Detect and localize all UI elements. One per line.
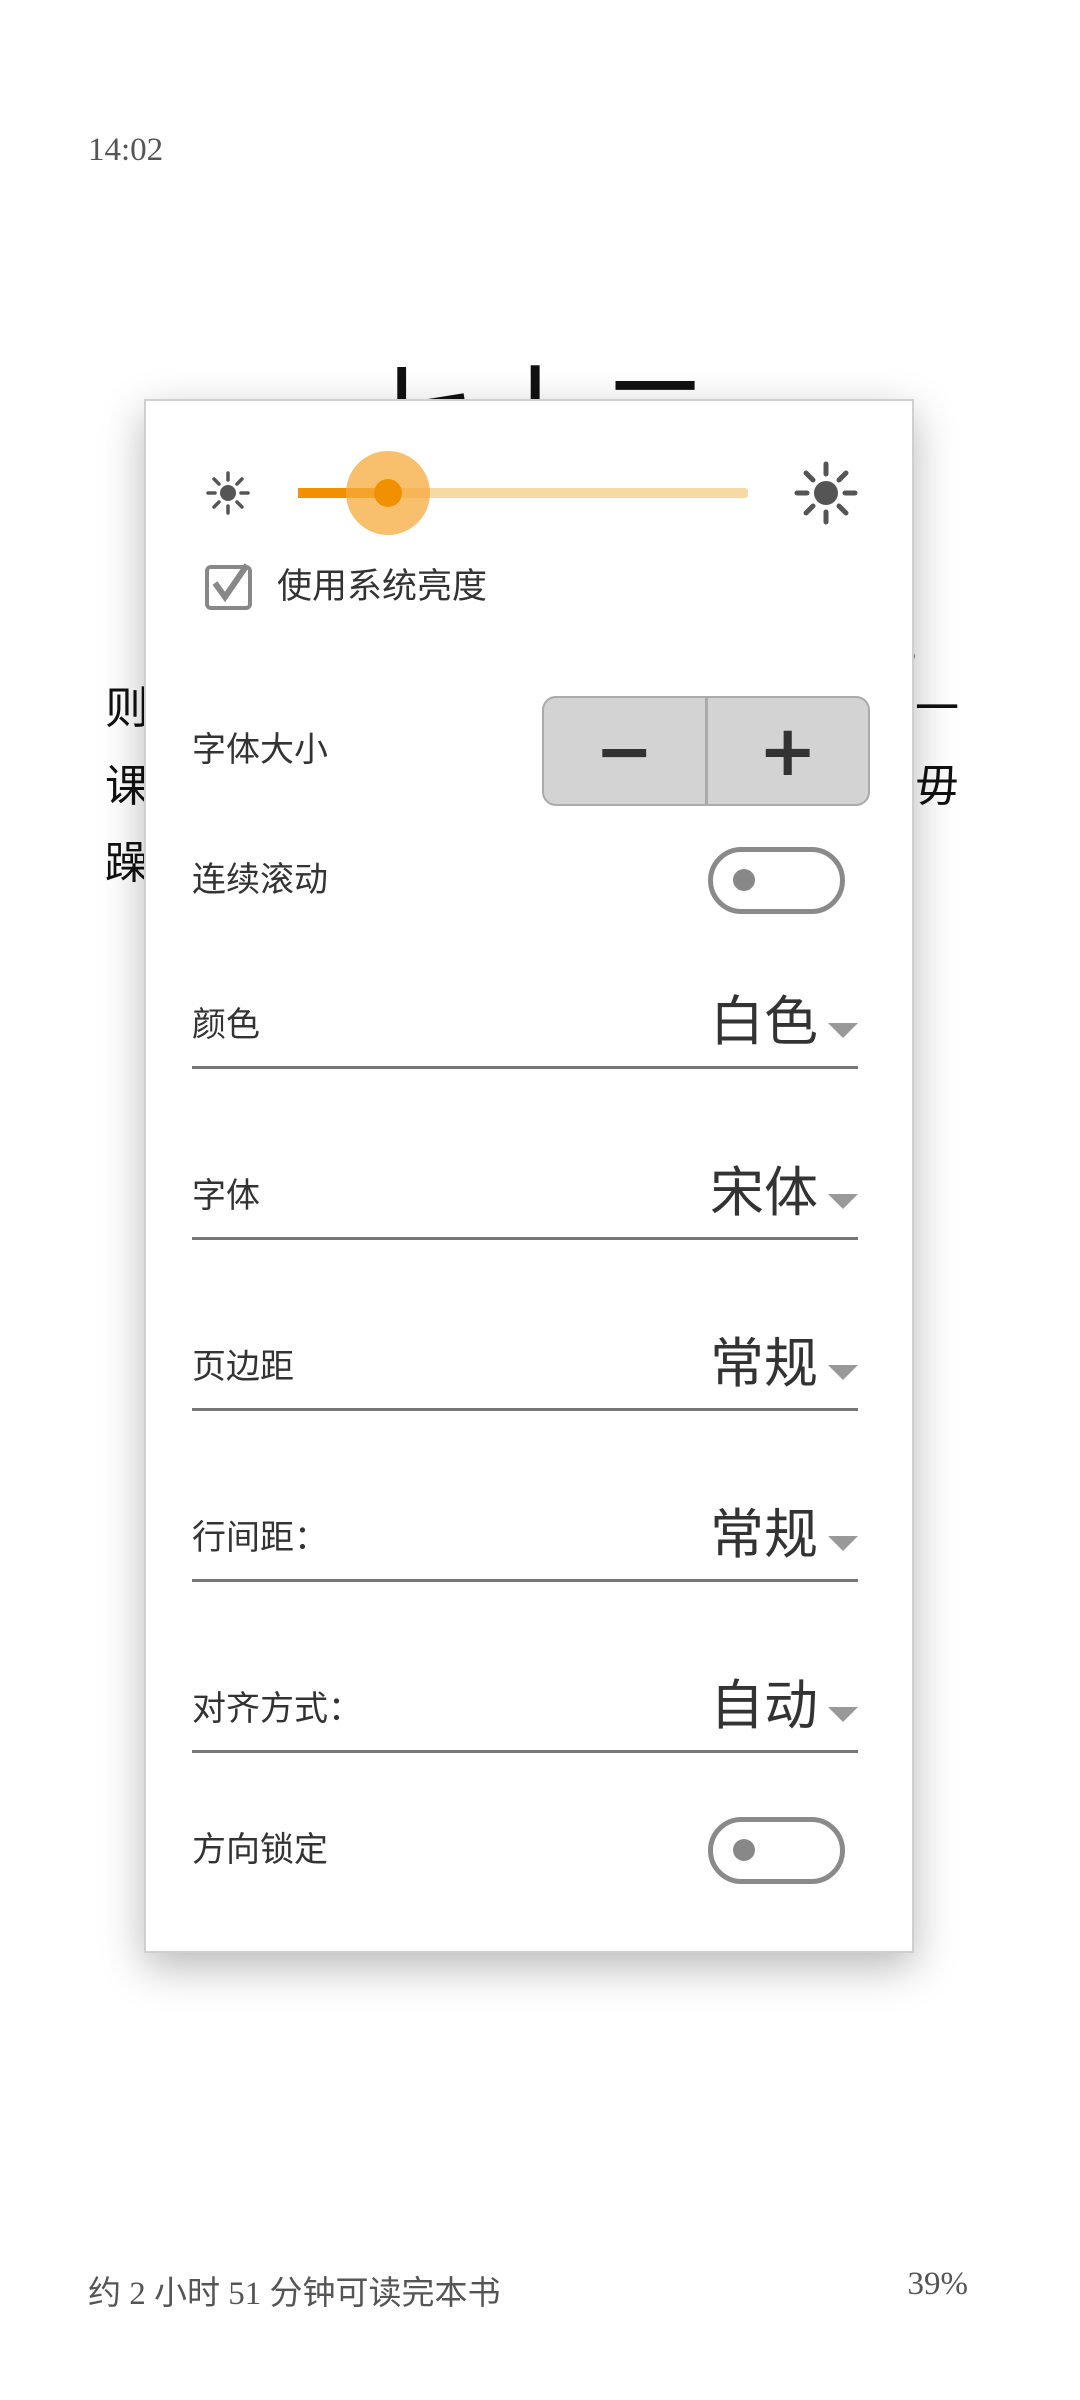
dropdown-label: 颜色 — [192, 1005, 260, 1045]
dropdown-value: 白色 — [710, 990, 818, 1053]
continuous-scroll-label: 连续滚动 — [192, 860, 328, 900]
reading-time-remaining: 约 2 小时 51 分钟可读完本书 — [88, 2276, 501, 2312]
dropdown-value: 自动 — [710, 1674, 818, 1737]
margin-dropdown[interactable]: 页边距 常规 — [192, 1332, 858, 1411]
book-text: 毋 — [915, 762, 959, 811]
caret-down-icon — [828, 1707, 858, 1722]
sun-large-icon — [794, 461, 858, 525]
book-text: 一 — [915, 684, 959, 733]
dropdown-value: 宋体 — [710, 1163, 818, 1223]
orientation-lock-toggle[interactable] — [708, 1817, 845, 1884]
color-dropdown[interactable]: 颜色 白色 — [192, 990, 858, 1069]
caret-down-icon — [828, 1023, 858, 1038]
use-system-brightness-checkbox[interactable] — [205, 563, 252, 610]
dropdown-label: 字体 — [192, 1176, 260, 1216]
book-text: 课 — [105, 762, 149, 811]
orientation-lock-label: 方向锁定 — [192, 1830, 328, 1870]
font-dropdown[interactable]: 字体 宋体 — [192, 1163, 858, 1240]
sun-small-icon — [206, 471, 250, 515]
dropdown-value: 常规 — [710, 1332, 818, 1395]
dropdown-label: 页边距 — [192, 1347, 294, 1387]
reading-settings-panel: 使用系统亮度 字体大小 − + 连续滚动 颜色 白色 字体 宋体 页边距 常规 … — [144, 399, 914, 1953]
checkmark-icon — [212, 563, 250, 603]
caret-down-icon — [828, 1365, 858, 1380]
line-spacing-dropdown[interactable]: 行间距： 常规 — [192, 1503, 858, 1582]
toggle-knob — [733, 869, 755, 891]
font-size-stepper: − + — [542, 696, 870, 806]
font-size-label: 字体大小 — [192, 730, 328, 770]
alignment-dropdown[interactable]: 对齐方式： 自动 — [192, 1674, 858, 1753]
reading-progress: 39% — [907, 2266, 969, 2302]
font-size-decrease-button[interactable]: − — [544, 698, 705, 804]
clock: 14:02 — [88, 132, 164, 168]
dropdown-value: 常规 — [710, 1503, 818, 1566]
caret-down-icon — [828, 1194, 858, 1209]
dropdown-label: 行间距： — [192, 1518, 328, 1558]
book-text: 躁 — [105, 839, 149, 888]
brightness-slider-thumb[interactable] — [374, 479, 402, 507]
caret-down-icon — [828, 1536, 858, 1551]
use-system-brightness-label: 使用系统亮度 — [277, 567, 488, 607]
dropdown-label: 对齐方式： — [192, 1689, 362, 1729]
book-text: 则 — [105, 684, 149, 733]
continuous-scroll-toggle[interactable] — [708, 847, 845, 914]
font-size-increase-button[interactable]: + — [704, 698, 869, 804]
toggle-knob — [733, 1839, 755, 1861]
